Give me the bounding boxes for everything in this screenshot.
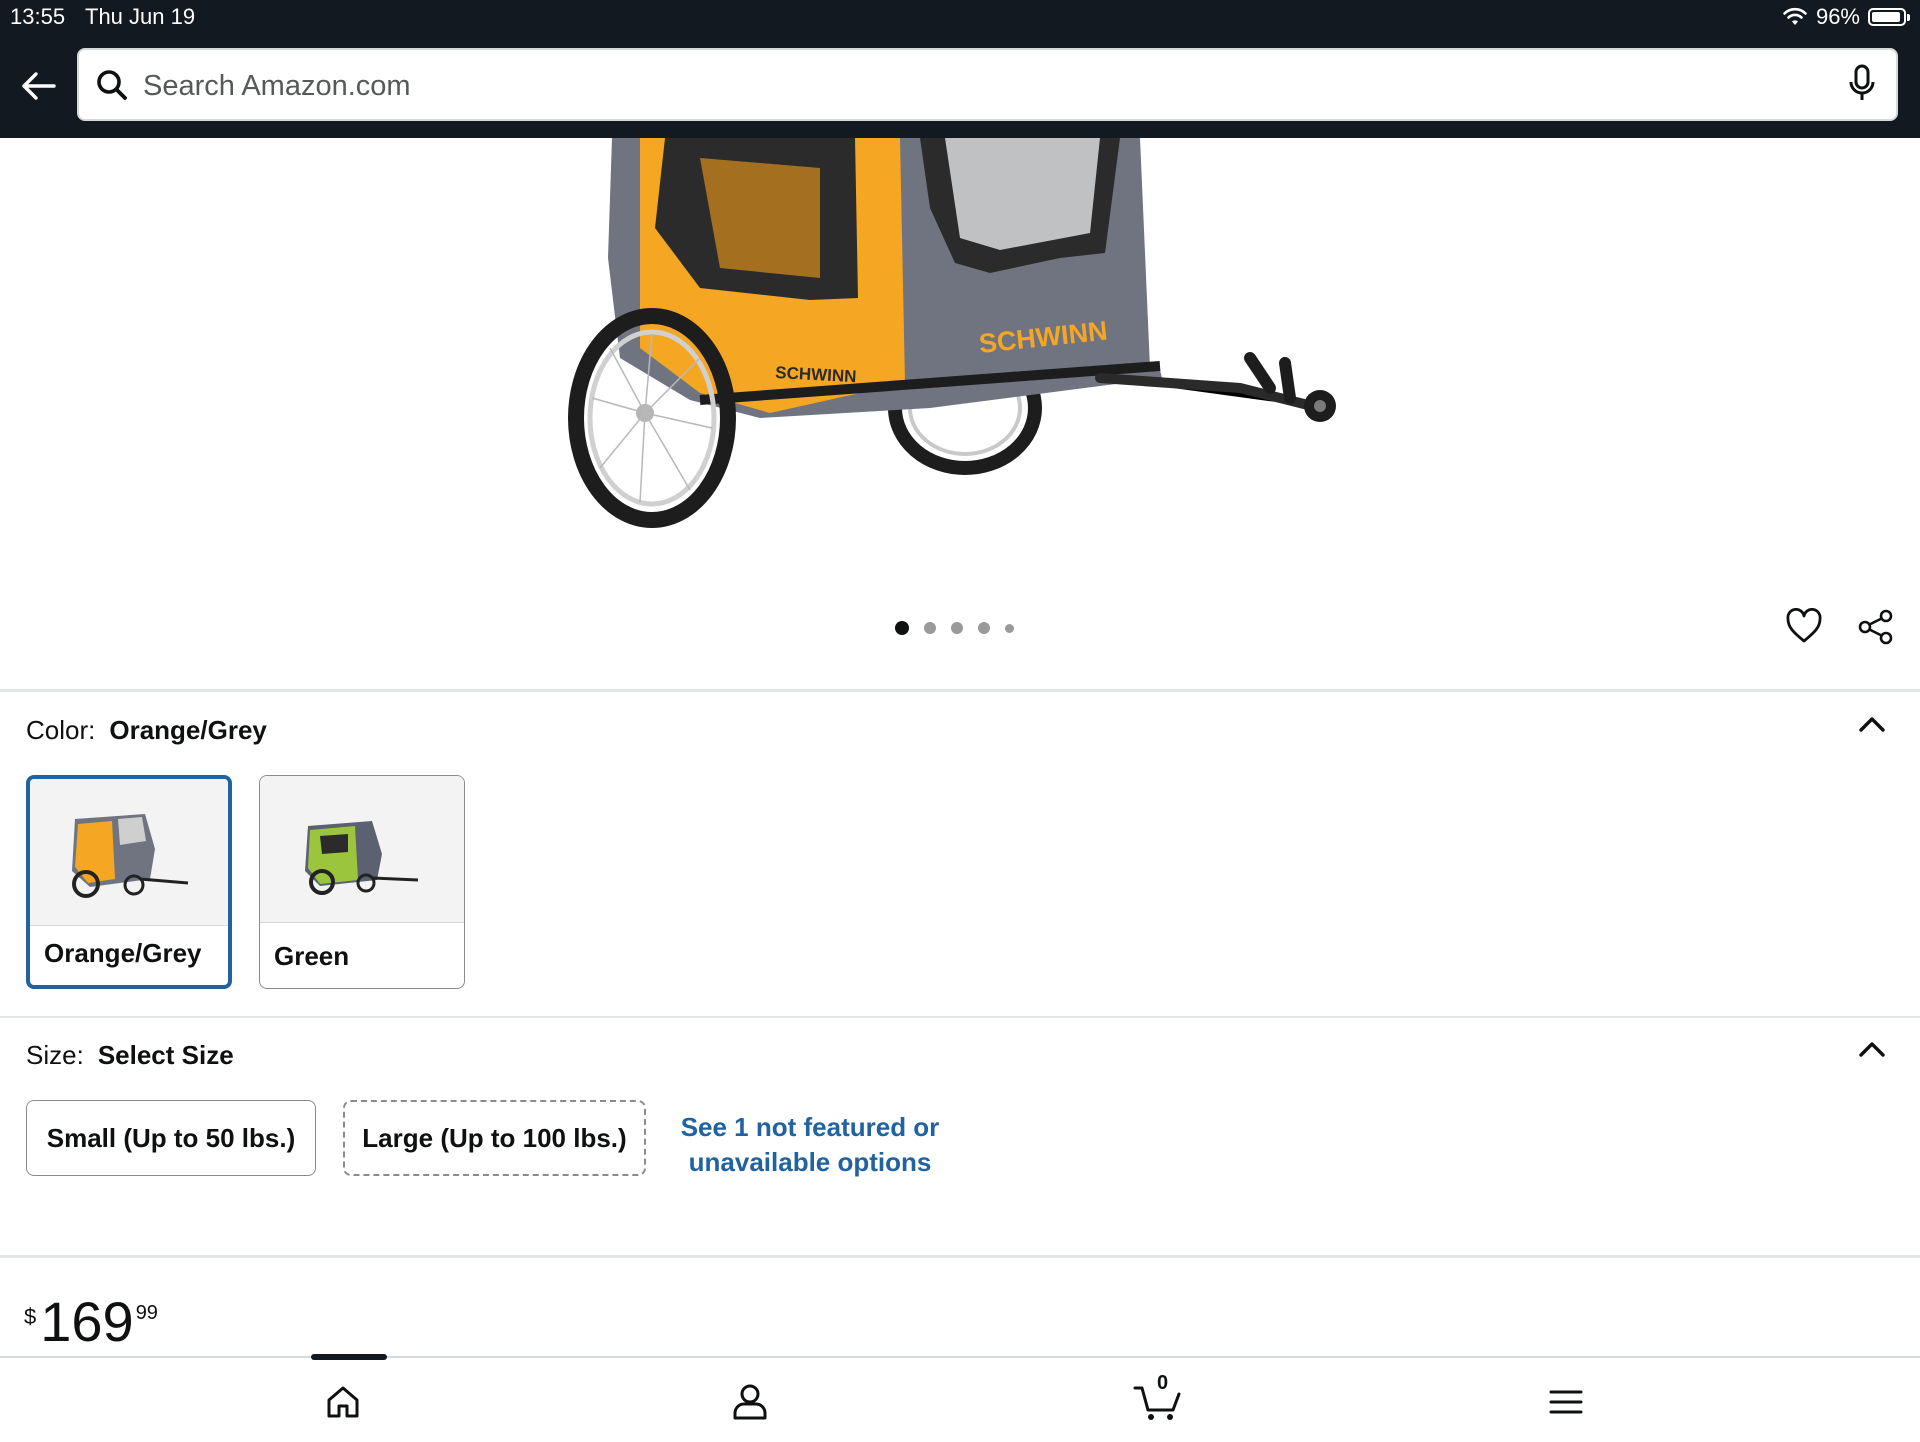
color-label: Color: Orange/Grey [26,715,267,745]
share-icon[interactable] [1857,608,1895,646]
unavailable-options-link[interactable]: See 1 not featured or unavailable option… [680,1110,940,1180]
home-icon [327,1386,359,1418]
nav-menu[interactable] [1536,1378,1596,1426]
wifi-icon [1783,7,1807,25]
color-thumbnail [260,776,464,923]
menu-icon [1549,1390,1583,1414]
image-pagination[interactable] [895,621,1014,635]
chevron-up-icon[interactable] [1858,1039,1886,1059]
image-dot[interactable] [924,622,936,634]
color-selected-value: Orange/Grey [109,715,267,745]
size-selected-value: Select Size [97,1040,234,1070]
nav-account[interactable] [720,1378,780,1426]
bike-trailer-image: SCHWINN SCHWINN [568,138,1336,528]
bottom-navigation: 0 [0,1354,1920,1442]
search-bar[interactable] [77,48,1898,121]
size-option-small[interactable]: Small (Up to 50 lbs.) [26,1100,316,1176]
section-divider [0,1016,1920,1018]
size-option-large[interactable]: Large (Up to 100 lbs.) [343,1100,646,1176]
image-dot[interactable] [895,621,909,635]
section-divider [0,1255,1920,1258]
color-option-label: Green [274,941,350,971]
price: $ 169 99 [24,1290,158,1354]
color-option-label: Orange/Grey [44,938,202,968]
status-time: 13:55 [10,4,66,29]
image-dot[interactable] [978,622,990,634]
status-date: Thu Jun 19 [85,4,196,29]
price-whole: 169 [40,1290,134,1353]
search-icon [97,70,127,100]
color-option-green[interactable]: Green [259,775,465,989]
heart-icon[interactable] [1785,608,1823,644]
section-divider [0,689,1920,692]
account-icon [733,1384,767,1420]
price-symbol: $ [24,1304,37,1329]
status-indicators: 96% [1782,4,1910,30]
chevron-up-icon[interactable] [1858,714,1886,734]
microphone-icon[interactable] [1848,64,1876,104]
battery-percent: 96% [1815,4,1860,29]
cart-count: 0 [1157,1372,1169,1394]
header-bar: 13:55 Thu Jun 19 96% [0,0,1920,138]
back-arrow-icon[interactable] [18,68,58,104]
color-thumbnail [30,779,228,926]
size-label: Size: Select Size [26,1040,234,1070]
battery-icon [1868,8,1910,26]
image-dot[interactable] [1005,623,1014,633]
price-fraction: 99 [135,1302,158,1324]
search-input[interactable] [141,60,1745,112]
nav-home[interactable] [313,1378,373,1426]
color-option-orange-grey[interactable]: Orange/Grey [26,775,232,989]
image-dot[interactable] [951,622,963,634]
product-image[interactable]: SCHWINN SCHWINN [0,138,1920,690]
active-tab-indicator [311,1354,387,1360]
nav-cart[interactable]: 0 [1128,1372,1188,1426]
